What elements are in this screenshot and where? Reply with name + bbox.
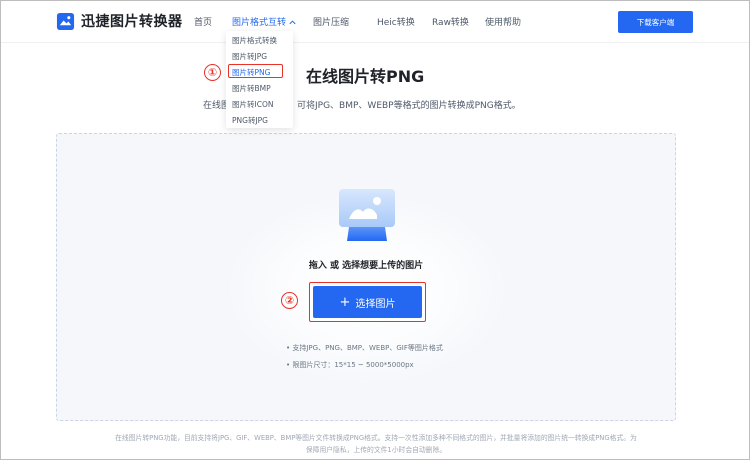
nav-help[interactable]: 使用帮助: [485, 15, 521, 28]
size-limit-note: • 限图片尺寸：15*15 ~ 5000*5000px: [286, 361, 414, 369]
png-item-highlight-box: [228, 64, 283, 78]
dropdown-item-format-convert[interactable]: 图片格式转换: [232, 35, 277, 46]
page-title: 在线图片转PNG: [306, 67, 425, 86]
plus-icon: +: [339, 294, 351, 310]
dropdown-item-png-to-jpg[interactable]: PNG转JPG: [232, 115, 268, 126]
format-dropdown-menu: 图片格式转换 图片转JPG 图片转PNG 图片转BMP 图片转ICON PNG转…: [226, 31, 293, 128]
nav-heic[interactable]: Heic转换: [377, 15, 415, 28]
top-header: 迅捷图片转换器 首页 图片格式互转 图片压缩 Heic转换 Raw转换 使用帮助…: [1, 1, 749, 43]
brand-name: 迅捷图片转换器: [81, 14, 183, 30]
upload-prompt: 拖入 或 选择想要上传的图片: [308, 261, 424, 271]
download-client-button[interactable]: 下载客户端: [618, 11, 693, 33]
select-image-label: 选择图片: [355, 298, 396, 310]
supported-formats-note: • 支持JPG、PNG、BMP、WEBP、GIF等图片格式: [286, 344, 443, 352]
page-subtitle: 可将JPG、BMP、WEBP等格式的图片转换成PNG格式。: [297, 101, 521, 111]
footer-description-line2: 保障用户隐私，上传的文件1小时会自动删除。: [305, 446, 447, 454]
nav-compress[interactable]: 图片压缩: [313, 15, 349, 28]
dropdown-item-to-icon[interactable]: 图片转ICON: [232, 99, 273, 110]
nav-raw[interactable]: Raw转换: [432, 15, 469, 28]
nav-format-convert-label: 图片格式互转: [232, 18, 287, 28]
upload-image-icon: [339, 189, 395, 241]
upload-drop-zone[interactable]: 拖入 或 选择想要上传的图片 + 选择图片 • 支持JPG、PNG、BMP、WE…: [56, 133, 676, 421]
dropdown-item-to-jpg[interactable]: 图片转JPG: [232, 51, 267, 62]
logo[interactable]: 迅捷图片转换器: [56, 11, 183, 31]
nav-format-convert[interactable]: 图片格式互转: [232, 15, 297, 28]
step-one-marker: ①: [204, 64, 221, 81]
logo-icon: [56, 12, 75, 30]
footer-description-line1: 在线图片转PNG功能，目前支持将JPG、GIF、WEBP、BMP等图片文件转换成…: [115, 434, 637, 442]
step-two-marker: ②: [281, 292, 298, 309]
dropdown-item-to-bmp[interactable]: 图片转BMP: [232, 83, 271, 94]
select-image-button[interactable]: + 选择图片: [313, 286, 422, 318]
nav-home[interactable]: 首页: [194, 15, 212, 28]
chevron-down-icon: [289, 20, 296, 25]
